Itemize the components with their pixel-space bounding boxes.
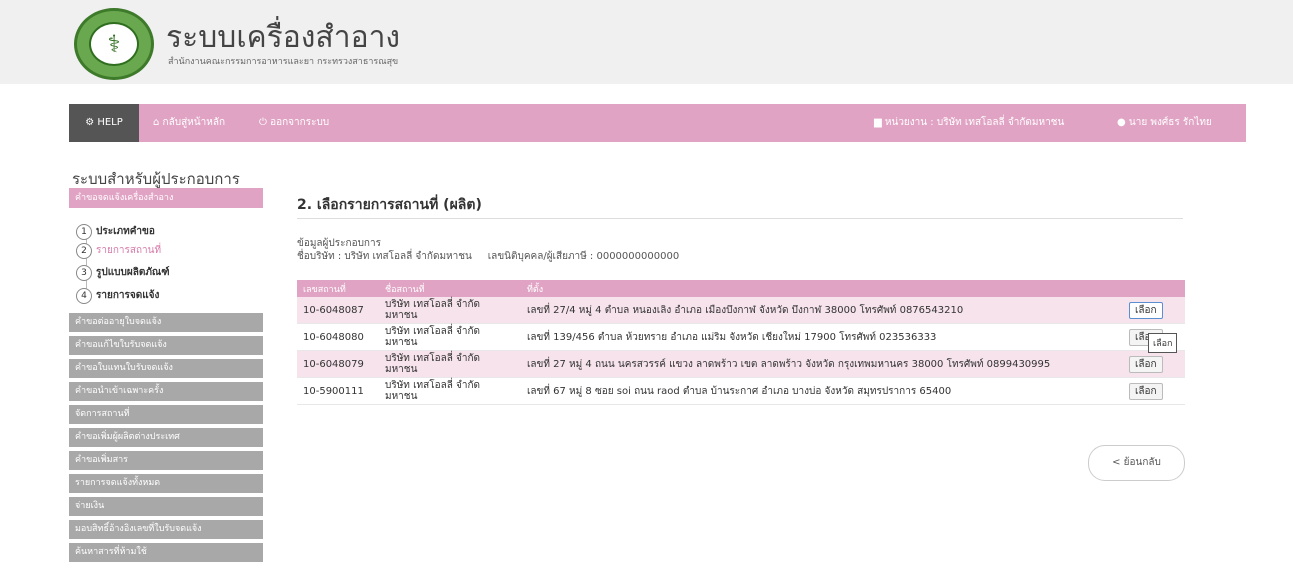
help-button[interactable]: ⚙ HELP [69, 104, 139, 142]
location-address: เลขที่ 27 หมู่ 4 ถนน นครสวรรค์ แขวง ลาดพ… [521, 350, 1123, 378]
home-link[interactable]: ⌂ กลับสู่หน้าหลัก [153, 104, 225, 142]
location-address: เลขที่ 67 หมู่ 8 ซอย soi ถนน raod ตำบล บ… [521, 377, 1123, 405]
location-id: 10-5900111 [297, 377, 379, 405]
table-row: 10-6048080 บริษัท เทสโอลลี่ จำกัด มหาชน … [297, 323, 1185, 351]
sidebar-item[interactable]: จ่ายเงิน [69, 497, 263, 516]
company-info: ชื่อบริษัท : บริษัท เทสโอลลี่ จำกัดมหาชน… [297, 251, 680, 262]
step-2[interactable]: 2 รายการสถานที่ [76, 243, 161, 259]
location-name: บริษัท เทสโอลลี่ จำกัด มหาชน [379, 297, 521, 324]
logout-link[interactable]: ⏻ ออกจากระบบ [259, 104, 329, 142]
location-name: บริษัท เทสโอลลี่ จำกัด มหาชน [379, 350, 521, 378]
column-header: เลขสถานที่ [297, 280, 379, 297]
user-label: นาย พงศ์ธร รักไทย [1128, 117, 1212, 128]
sidebar-item[interactable]: รายการจดแจ้งทั้งหมด [69, 474, 263, 493]
caduceus-icon: ⚕ [89, 22, 139, 66]
step-3[interactable]: 3 รูปแบบผลิตภัณฑ์ [76, 265, 170, 281]
step-4[interactable]: 4 รายการจดแจ้ง [76, 288, 159, 304]
step-1[interactable]: 1 ประเภทคำขอ [76, 224, 155, 240]
power-icon: ⏻ [259, 117, 267, 128]
top-navbar: ⚙ HELP ⌂ กลับสู่หน้าหลัก ⏻ ออกจากระบบ ▆ … [69, 104, 1246, 142]
location-id: 10-6048087 [297, 297, 379, 324]
org-label: หน่วยงาน : บริษัท เทสโอลลี่ จำกัดมหาชน [884, 117, 1065, 128]
location-address: เลขที่ 139/456 ตำบล ห้วยทราย อำเภอ แม่ริ… [521, 323, 1123, 351]
building-icon: ▆ [874, 117, 882, 128]
sidebar-item[interactable]: ค้นหาสารที่ห้ามใช้ [69, 543, 263, 562]
table-row: 10-5900111 บริษัท เทสโอลลี่ จำกัด มหาชน … [297, 377, 1185, 405]
logout-label: ออกจากระบบ [270, 117, 330, 128]
fda-logo: ⚕ [74, 8, 154, 80]
location-id: 10-6048079 [297, 350, 379, 378]
column-header: ชื่อสถานที่ [379, 280, 521, 297]
table-row: 10-6048087 บริษัท เทสโอลลี่ จำกัด มหาชน … [297, 297, 1185, 324]
select-button[interactable]: เลือก [1129, 382, 1163, 400]
home-icon: ⌂ [153, 117, 160, 128]
column-header: ที่ตั้ง [521, 280, 1123, 297]
sidebar-item-active[interactable]: คำขอจดแจ้งเครื่องสำอาง [69, 188, 263, 208]
select-button[interactable]: เลือก [1129, 301, 1163, 319]
step-number: 3 [76, 265, 92, 281]
location-id: 10-6048080 [297, 323, 379, 351]
home-label: กลับสู่หน้าหลัก [162, 117, 225, 128]
location-name: บริษัท เทสโอลลี่ จำกัด มหาชน [379, 377, 521, 405]
table-header-row: เลขสถานที่ ชื่อสถานที่ ที่ตั้ง [297, 280, 1185, 297]
sidebar-item[interactable]: คำขอเพิ่มผู้ผลิตต่างประเทศ [69, 428, 263, 447]
select-tooltip: เลือก [1148, 333, 1178, 353]
sidebar-item[interactable]: คำขอใบแทนใบรับจดแจ้ง [69, 359, 263, 378]
step-number: 2 [76, 243, 92, 259]
help-label: HELP [97, 117, 123, 128]
sidebar-item[interactable]: มอบสิทธิ์อ้างอิงเลขที่ใบรับจดแจ้ง [69, 520, 263, 539]
user-info[interactable]: ● นาย พงศ์ธร รักไทย [1117, 104, 1212, 142]
sidebar-item[interactable]: คำขอต่ออายุใบจดแจ้ง [69, 313, 263, 332]
table-row: 10-6048079 บริษัท เทสโอลลี่ จำกัด มหาชน … [297, 350, 1185, 378]
sidebar-item[interactable]: จัดการสถานที่ [69, 405, 263, 424]
site-subtitle: สำนักงานคณะกรรมการอาหารและยา กระทรวงสาธา… [168, 57, 399, 67]
sidebar-item[interactable]: คำขอแก้ไขใบรับจดแจ้ง [69, 336, 263, 355]
org-info: ▆ หน่วยงาน : บริษัท เทสโอลลี่ จำกัดมหาชน [874, 104, 1064, 142]
step-label: รูปแบบผลิตภัณฑ์ [96, 267, 170, 278]
step-label: รายการสถานที่ [96, 245, 162, 256]
location-table: เลขสถานที่ ชื่อสถานที่ ที่ตั้ง 10-604808… [297, 280, 1185, 405]
back-button[interactable]: < ย้อนกลับ [1088, 445, 1185, 481]
step-number: 4 [76, 288, 92, 304]
sidebar-item[interactable]: คำขอนำเข้าเฉพาะครั้ง [69, 382, 263, 401]
select-button[interactable]: เลือก [1129, 355, 1163, 373]
user-icon: ● [1117, 117, 1126, 128]
step-label: ประเภทคำขอ [96, 226, 155, 237]
page-title: 2. เลือกรายการสถานที่ (ผลิต) [297, 197, 482, 213]
title-divider [297, 218, 1183, 219]
site-header: ⚕ ระบบเครื่องสำอาง สำนักงานคณะกรรมการอาห… [0, 0, 1293, 84]
step-label: รายการจดแจ้ง [96, 290, 160, 301]
step-number: 1 [76, 224, 92, 240]
location-name: บริษัท เทสโอลลี่ จำกัด มหาชน [379, 323, 521, 351]
location-address: เลขที่ 27/4 หมู่ 4 ตำบล หนองเลิง อำเภอ เ… [521, 297, 1123, 324]
gear-icon: ⚙ [85, 117, 95, 128]
sidebar-item[interactable]: คำขอเพิ่มสาร [69, 451, 263, 470]
column-header [1123, 280, 1185, 297]
